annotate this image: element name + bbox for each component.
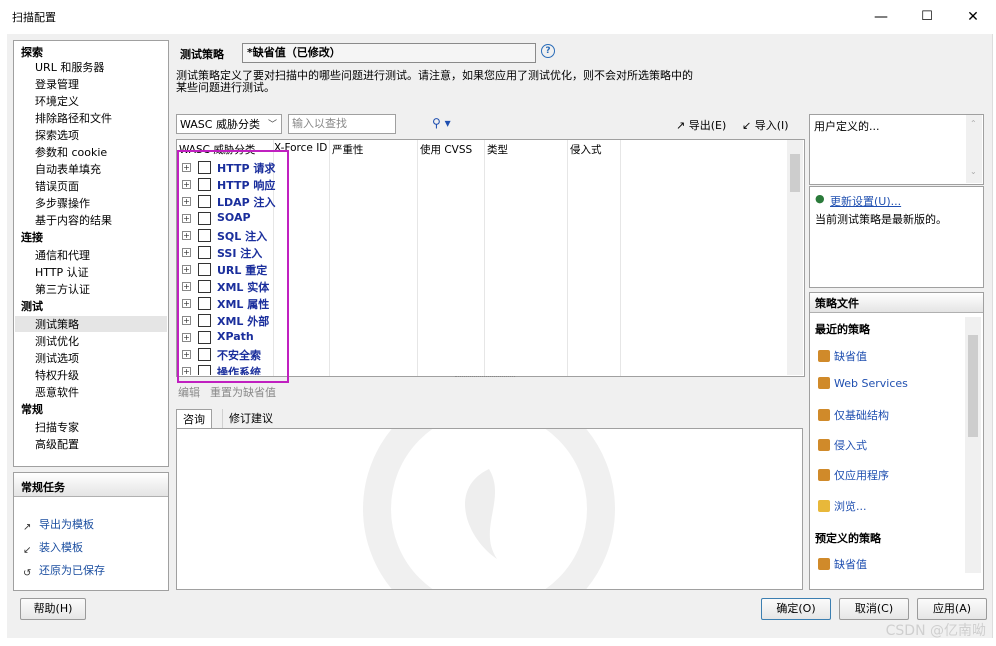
policy-icon	[818, 469, 830, 481]
nav-item-http-auth[interactable]: HTTP 认证	[35, 264, 89, 280]
nav-item-test-optimization[interactable]: 测试优化	[35, 333, 79, 349]
common-tasks-title: 常规任务	[14, 473, 168, 497]
nav-item-third-party-auth[interactable]: 第三方认证	[35, 281, 90, 297]
recent-policy-default[interactable]: 缺省值	[818, 348, 867, 364]
ok-button[interactable]: 确定(O)	[761, 598, 831, 620]
policy-description: 测试策略定义了要对扫描中的哪些问题进行测试。请注意，如果您应用了测试优化，则不会…	[176, 69, 693, 94]
col-intrusive[interactable]: 侵入式	[570, 142, 602, 157]
window-title-bar: 扫描配置 — ☐ ✕	[0, 0, 996, 34]
import-icon: ↙	[742, 119, 755, 132]
nav-tree: 探索 URL 和服务器 登录管理 环境定义 排除路径和文件 探索选项 参数和 c…	[13, 40, 169, 467]
nav-item-multistep[interactable]: 多步骤操作	[35, 195, 90, 211]
nav-item-login[interactable]: 登录管理	[35, 76, 79, 92]
tab-advisory[interactable]: 咨询	[176, 409, 212, 429]
recent-policy-infrastructure[interactable]: 仅基础结构	[818, 407, 889, 423]
scroll-thumb[interactable]	[968, 335, 978, 437]
import-icon: ↙	[23, 545, 32, 556]
maximize-button[interactable]: ☐	[904, 0, 950, 34]
close-button[interactable]: ✕	[950, 0, 996, 34]
search-icon[interactable]: ⚲ ▾	[432, 116, 451, 130]
common-tasks-panel: 常规任务 ↗ 导出为模板 ↙ 装入模板 ↺ 还原为已保存	[13, 472, 169, 591]
help-icon[interactable]: ?	[541, 44, 555, 58]
col-type[interactable]: 类型	[487, 142, 508, 157]
chevron-down-icon: ⌄	[970, 167, 977, 176]
nav-item-advanced[interactable]: 高级配置	[35, 436, 79, 452]
policy-files-panel: 策略文件 最近的策略 缺省值 Web Services 仅基础结构 侵入式 仅应…	[809, 292, 984, 590]
scroll-thumb[interactable]	[790, 154, 800, 192]
export-icon: ↗	[676, 119, 689, 132]
nav-item-params-cookie[interactable]: 参数和 cookie	[35, 144, 107, 160]
splitter-handle[interactable]	[455, 376, 515, 379]
nav-item-test-options[interactable]: 测试选项	[35, 350, 79, 366]
nav-item-privilege[interactable]: 特权升级	[35, 367, 79, 383]
recent-policy-webservices[interactable]: Web Services	[818, 377, 908, 390]
col-severity[interactable]: 严重性	[332, 142, 364, 157]
user-defined-scrollbar[interactable]: ⌃ ⌄	[966, 115, 982, 183]
policy-icon	[818, 377, 830, 389]
recent-policy-intrusive[interactable]: 侵入式	[818, 437, 867, 453]
policy-icon	[818, 439, 830, 451]
window-title: 扫描配置	[12, 11, 56, 24]
background-logo	[363, 383, 615, 635]
nav-item-env[interactable]: 环境定义	[35, 93, 79, 109]
tab-fix-recommendation[interactable]: 修订建议	[222, 409, 279, 428]
nav-item-malware[interactable]: 恶意软件	[35, 384, 79, 400]
apply-button[interactable]: 应用(A)	[917, 598, 987, 620]
update-status-text: 当前测试策略是最新版的。	[815, 213, 947, 226]
advisory-content	[176, 383, 803, 635]
nav-group-general[interactable]: 常规	[21, 401, 43, 417]
nav-group-connection[interactable]: 连接	[21, 229, 43, 245]
policy-label: 测试策略	[180, 48, 224, 61]
help-button[interactable]: 帮助(H)	[20, 598, 86, 620]
folder-icon	[818, 500, 830, 512]
restore-saved-link[interactable]: ↺ 还原为已保存	[23, 562, 105, 580]
update-box: ● 更新设置(U)... 当前测试策略是最新版的。	[809, 186, 984, 288]
recent-policy-application[interactable]: 仅应用程序	[818, 467, 889, 483]
policy-icon	[818, 409, 830, 421]
policy-icon	[818, 350, 830, 362]
user-defined-text: 用户定义的...	[814, 120, 880, 133]
nav-item-error-pages[interactable]: 错误页面	[35, 178, 79, 194]
edit-link[interactable]: 编辑	[178, 384, 200, 400]
policy-files-scrollbar[interactable]	[965, 317, 981, 573]
browse-link[interactable]: 浏览...	[818, 498, 867, 514]
nav-item-exclude[interactable]: 排除路径和文件	[35, 110, 112, 126]
nav-item-autoform[interactable]: 自动表单填充	[35, 161, 101, 177]
import-button[interactable]: ↙ 导入(I)	[742, 117, 789, 133]
predefined-policy-default[interactable]: 缺省值	[818, 556, 867, 572]
chevron-down-icon: ﹀	[267, 120, 277, 130]
group-by-select[interactable]: WASC 威胁分类 ﹀	[176, 114, 282, 134]
nav-item-comm-proxy[interactable]: 通信和代理	[35, 247, 90, 263]
policy-files-title: 策略文件	[810, 293, 983, 313]
policy-icon	[818, 558, 830, 570]
nav-group-test[interactable]: 测试	[21, 298, 43, 314]
update-settings-link[interactable]: 更新设置(U)...	[830, 193, 901, 209]
predefined-policies-title: 预定义的策略	[815, 532, 881, 545]
user-defined-box: 用户定义的... ⌃ ⌄	[809, 114, 984, 185]
export-button[interactable]: ↗ 导出(E)	[676, 117, 726, 133]
minimize-button[interactable]: —	[858, 0, 904, 34]
nav-group-explore[interactable]: 探索	[21, 44, 43, 60]
restore-icon: ↺	[23, 568, 32, 579]
nav-item-explore-options[interactable]: 探索选项	[35, 127, 79, 143]
policy-name-field[interactable]: *缺省值（已修改）	[242, 43, 536, 63]
update-icon: ●	[815, 192, 825, 205]
nav-item-test-policy[interactable]: 测试策略	[35, 316, 79, 332]
nav-item-content-results[interactable]: 基于内容的结果	[35, 212, 112, 228]
nav-item-url-server[interactable]: URL 和服务器	[35, 59, 104, 75]
grid-scrollbar[interactable]	[787, 140, 803, 375]
cancel-button[interactable]: 取消(C)	[839, 598, 909, 620]
reset-default-link[interactable]: 重置为缺省值	[210, 384, 276, 400]
chevron-up-icon: ⌃	[970, 119, 977, 128]
search-input[interactable]: 输入以查找	[288, 114, 396, 134]
col-cvss[interactable]: 使用 CVSS	[420, 142, 472, 157]
import-template-link[interactable]: ↙ 装入模板	[23, 539, 83, 557]
export-icon: ↗	[23, 522, 32, 533]
nav-item-scan-expert[interactable]: 扫描专家	[35, 419, 79, 435]
watermark: CSDN @亿南呦	[885, 623, 986, 639]
export-template-link[interactable]: ↗ 导出为模板	[23, 516, 94, 534]
highlight-box	[177, 150, 289, 383]
recent-policies-title: 最近的策略	[815, 323, 870, 336]
